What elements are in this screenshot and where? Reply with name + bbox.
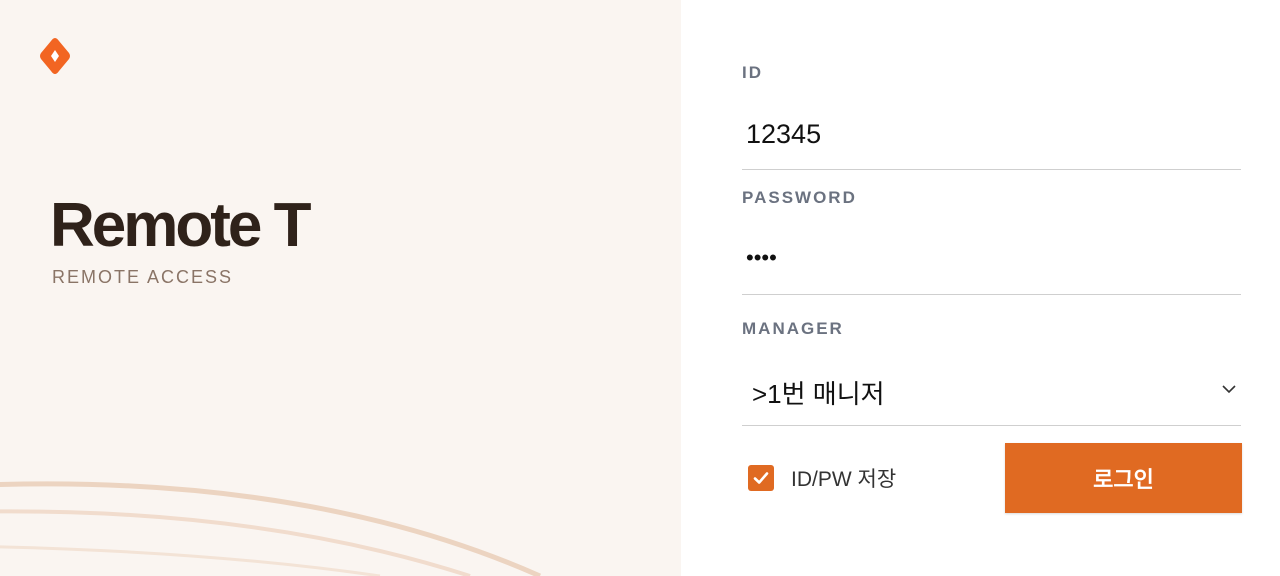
password-underline <box>742 294 1241 295</box>
login-form: ID PASSWORD MANAGER >1번 매니저 ID/PW 저장 로그인 <box>681 0 1280 576</box>
id-label: ID <box>742 63 763 82</box>
manager-selected-value: >1번 매니저 <box>752 379 885 409</box>
login-button[interactable]: 로그인 <box>1005 443 1242 513</box>
id-underline <box>742 169 1241 170</box>
app-subtitle: REMOTE ACCESS <box>52 267 234 287</box>
manager-select[interactable]: >1번 매니저 <box>742 358 1241 422</box>
chevron-down-icon <box>1222 385 1236 394</box>
app-title: Remote T <box>50 191 311 260</box>
manager-underline <box>742 425 1241 426</box>
password-input[interactable] <box>742 238 1245 278</box>
decorative-arcs <box>0 481 542 576</box>
manager-label: MANAGER <box>742 319 844 338</box>
password-label: PASSWORD <box>742 188 857 207</box>
remember-credentials-checkbox[interactable]: ID/PW 저장 <box>748 463 896 493</box>
id-input[interactable] <box>742 114 1245 154</box>
login-screen: Remote T REMOTE ACCESS ID PASSWORD MANAG… <box>0 0 1280 576</box>
checkbox-checked-icon[interactable] <box>748 465 774 491</box>
remember-label: ID/PW 저장 <box>791 468 897 491</box>
orange-diamond-logo-icon <box>38 36 72 76</box>
brand-panel: Remote T REMOTE ACCESS <box>0 0 681 576</box>
